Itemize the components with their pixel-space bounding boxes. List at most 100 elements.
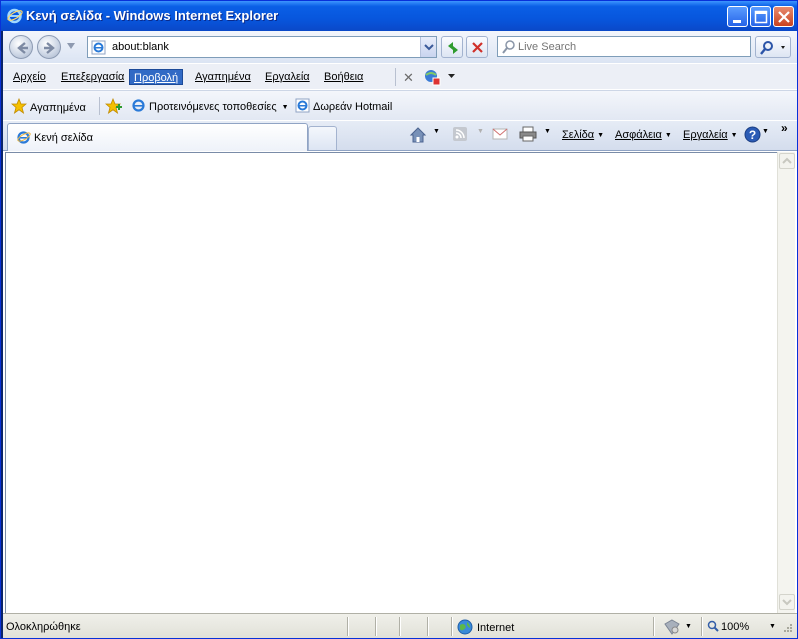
tab-bar: Κενή σελίδα ▼ ▼ ▼ Σελίδα ▼ Ασφάλεια ▼ Εργα… <box>3 121 797 151</box>
menu-favorites[interactable]: Αγαπημένα <box>191 69 255 85</box>
feeds-dropdown-icon[interactable]: ▼ <box>477 128 484 135</box>
search-icon <box>760 41 785 55</box>
stop-icon <box>472 42 483 53</box>
live-search-icon <box>502 40 515 54</box>
tools-menu-button[interactable]: Εργαλεία ▼ <box>683 129 738 141</box>
back-button[interactable] <box>9 35 33 59</box>
new-tab-button[interactable] <box>308 126 337 150</box>
zone-label: Internet <box>477 622 515 634</box>
add-to-favorites-icon <box>105 98 122 114</box>
address-dropdown-button[interactable] <box>420 37 436 57</box>
print-dropdown-icon[interactable]: ▼ <box>544 128 551 135</box>
favorites-bar: Αγαπημένα Προτεινόμενες τοποθεσίες ▼ Δωρε… <box>3 90 797 120</box>
zoom-dropdown-icon[interactable]: ▼ <box>769 623 776 630</box>
title-bar[interactable]: Κενή σελίδα - Windows Internet Explorer <box>1 1 797 31</box>
svg-text:?: ? <box>749 128 756 142</box>
status-separator <box>451 617 452 636</box>
safety-menu-label: Ασφάλεια <box>615 129 662 141</box>
history-dropdown-icon[interactable] <box>67 43 75 49</box>
help-icon[interactable]: ? <box>744 126 761 143</box>
more-commands-icon[interactable]: » <box>781 121 788 135</box>
browser-client-area: about:blank Live Search Αρχείο Επεξεργασ… <box>3 31 797 638</box>
chevron-down-icon <box>424 44 434 51</box>
menu-bar: Αρχείο Επεξεργασία Προβολή Αγαπημένα Εργ… <box>3 63 797 89</box>
ie-logo-icon <box>7 8 23 24</box>
status-separator <box>653 617 654 636</box>
minimize-button[interactable] <box>727 6 748 27</box>
back-arrow-icon <box>17 42 28 54</box>
close-window-button[interactable] <box>773 6 794 27</box>
hotmail-label: Δωρεάν Hotmail <box>313 101 393 113</box>
suggested-sites-dropdown-icon[interactable]: ▼ <box>282 104 289 111</box>
page-menu-label: Σελίδα <box>562 129 595 141</box>
search-box[interactable] <box>497 36 751 57</box>
window-title: Κενή σελίδα - Windows Internet Explorer <box>26 8 279 23</box>
status-separator <box>427 617 428 636</box>
help-dropdown-icon[interactable]: ▼ <box>762 128 769 135</box>
address-toolbar: about:blank <box>3 31 797 63</box>
address-url: about:blank <box>112 41 169 53</box>
vertical-scrollbar[interactable] <box>777 152 795 613</box>
security-zone[interactable]: Internet <box>457 619 514 635</box>
ie-page-icon <box>132 99 145 112</box>
refresh-icon <box>448 42 458 54</box>
forward-arrow-icon <box>44 42 55 54</box>
tab-blank-page[interactable]: Κενή σελίδα <box>7 123 308 151</box>
protected-mode-icon[interactable] <box>663 619 681 635</box>
search-button[interactable] <box>755 36 791 58</box>
search-input[interactable] <box>518 39 746 54</box>
scroll-down-icon <box>782 599 792 606</box>
chevron-down-icon: ▼ <box>664 132 672 139</box>
menu-view[interactable]: Προβολή <box>129 69 184 85</box>
status-separator <box>399 617 400 636</box>
feeds-icon[interactable] <box>452 126 468 142</box>
home-dropdown-icon[interactable]: ▼ <box>433 128 440 135</box>
page-content[interactable] <box>5 152 777 613</box>
zoom-icon <box>707 620 719 632</box>
protected-mode-dropdown-icon[interactable]: ▼ <box>685 623 692 630</box>
read-mail-icon[interactable] <box>492 126 508 142</box>
menu-tools[interactable]: Εργαλεία <box>261 69 314 85</box>
scroll-down-button[interactable] <box>779 594 795 610</box>
refresh-button[interactable] <box>441 36 463 58</box>
address-bar[interactable]: about:blank <box>87 36 437 58</box>
resize-grip-icon[interactable] <box>781 623 793 635</box>
ie-page-icon <box>17 131 31 144</box>
ie-page-icon <box>295 98 310 113</box>
menu-edit[interactable]: Επεξεργασία <box>57 69 128 85</box>
status-separator <box>701 617 702 636</box>
browser-window: Κενή σελίδα - Windows Internet Explorer <box>0 0 798 639</box>
close-toolbar-icon[interactable]: ✕ <box>403 70 414 86</box>
chevron-down-icon: ▼ <box>597 132 605 139</box>
hotmail-link[interactable]: Δωρεάν Hotmail <box>295 98 392 114</box>
forward-button[interactable] <box>37 35 61 59</box>
menu-separator <box>395 68 396 86</box>
page-menu-button[interactable]: Σελίδα ▼ <box>562 129 604 141</box>
status-separator <box>347 617 348 636</box>
suggested-sites-link[interactable]: Προτεινόμενες τοποθεσίες ▼ <box>131 98 289 114</box>
menu-file[interactable]: Αρχείο <box>9 69 50 85</box>
maximize-button[interactable] <box>750 6 771 27</box>
tools-globe-icon[interactable] <box>423 68 441 86</box>
zoom-level: 100% <box>721 621 750 633</box>
home-icon[interactable] <box>409 126 427 144</box>
maximize-icon <box>754 10 768 24</box>
suggested-sites-label: Προτεινόμενες τοποθεσίες <box>149 101 277 113</box>
scroll-up-icon <box>782 157 792 164</box>
tab-label: Κενή σελίδα <box>34 132 94 144</box>
status-bar: Ολοκληρώθηκε Internet ▼ 100% ▼ <box>3 613 797 638</box>
safety-menu-button[interactable]: Ασφάλεια ▼ <box>615 129 672 141</box>
favorites-star-icon <box>11 98 27 114</box>
status-text: Ολοκληρώθηκε <box>6 621 81 633</box>
zoom-control[interactable]: 100% <box>707 620 749 633</box>
add-favorite-button[interactable] <box>105 98 126 114</box>
print-icon[interactable] <box>519 126 537 142</box>
chevron-down-icon: ▼ <box>730 132 738 139</box>
close-icon <box>778 11 790 23</box>
menu-help[interactable]: Βοήθεια <box>320 69 367 85</box>
tools-dropdown-icon[interactable] <box>448 74 455 79</box>
scroll-up-button[interactable] <box>779 153 795 169</box>
stop-button[interactable] <box>466 36 488 58</box>
favorites-button[interactable]: Αγαπημένα <box>11 98 86 114</box>
status-separator <box>375 617 376 636</box>
